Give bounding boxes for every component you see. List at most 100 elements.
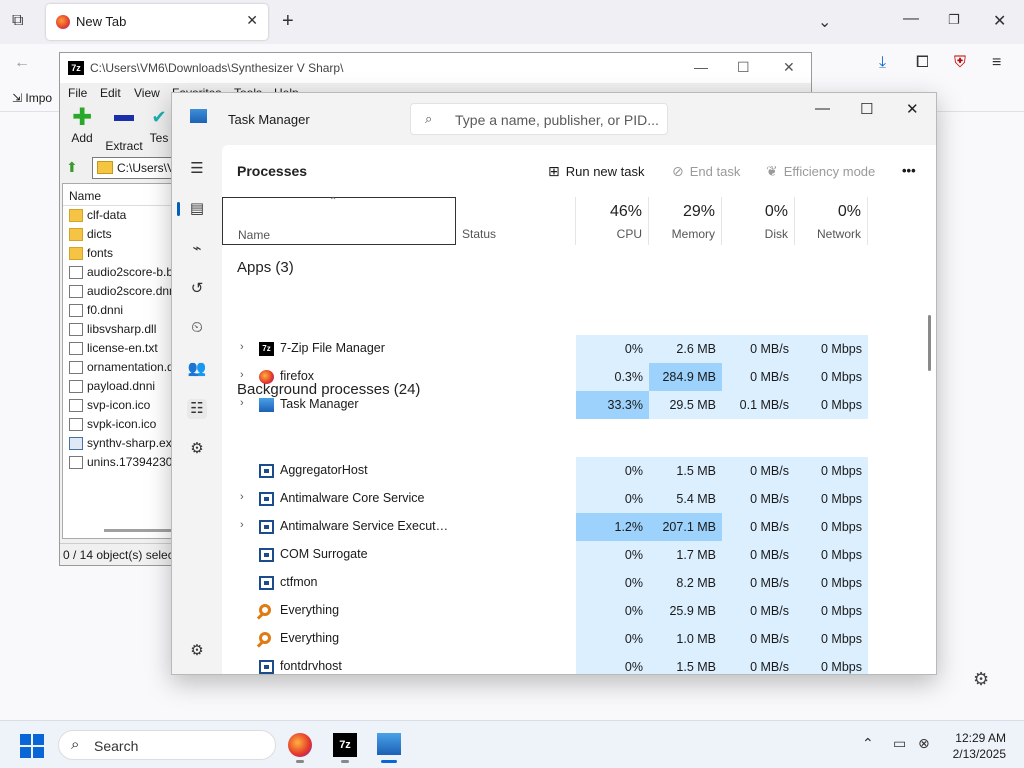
menu-edit[interactable]: Edit <box>100 86 121 100</box>
running-indicator <box>341 760 349 763</box>
process-row[interactable]: › Antimalware Service Executable 1.2% 207.1… <box>222 513 868 541</box>
process-row[interactable]: fontdrvhost 0% 1.5 MB 0 MB/s 0 Mbps <box>222 653 868 674</box>
process-row[interactable]: › firefox 0.3% 284.9 MB 0 MB/s 0 Mbps <box>222 363 868 391</box>
column-header-network[interactable]: 0% Network <box>795 197 868 245</box>
column-header-disk[interactable]: 0% Disk <box>722 197 795 245</box>
column-header-status[interactable]: Status <box>456 197 576 245</box>
users-nav-icon[interactable]: 👥 <box>187 359 207 379</box>
process-row[interactable]: › Antimalware Core Service 0% 5.4 MB 0 MB/s 0… <box>222 485 868 513</box>
active-indicator <box>381 760 397 763</box>
performance-nav-icon[interactable]: ⌁ <box>187 239 207 259</box>
settings-nav-icon[interactable]: ⚙ <box>187 641 207 661</box>
taskbar-task-manager[interactable] <box>377 733 401 763</box>
network-cell: 0 Mbps <box>795 457 868 485</box>
expand-chevron-icon[interactable]: › <box>240 519 244 531</box>
process-row[interactable]: › Task Manager 33.3% 29.5 MB 0.1 MB/s 0 Mbps <box>222 391 868 419</box>
disk-cell: 0 MB/s <box>722 513 795 541</box>
network-icon[interactable]: ▭ <box>893 735 906 752</box>
column-header-memory[interactable]: 29% Memory <box>649 197 722 245</box>
clock[interactable]: 12:29 AM 2/13/2025 <box>946 730 1006 762</box>
extensions-icon[interactable]: ⧠ <box>916 54 929 72</box>
tm-maximize-icon[interactable]: ☐ <box>860 100 873 118</box>
memory-cell: 1.5 MB <box>649 653 722 674</box>
end-task-button[interactable]: ⊘ End task <box>672 163 740 180</box>
app-history-nav-icon[interactable]: ↺ <box>187 279 207 299</box>
tab-close-icon[interactable]: ✕ <box>246 12 258 29</box>
process-icon <box>259 632 271 644</box>
column-header-name[interactable]: ⌃ Name <box>222 196 456 245</box>
network-cell: 0 Mbps <box>795 597 868 625</box>
tab-new-tab[interactable]: New Tab ✕ <box>46 4 268 40</box>
volume-muted-icon[interactable]: ⊗ <box>918 735 930 752</box>
ublock-icon[interactable]: ⛨ <box>954 54 966 72</box>
file-name: synthv-sharp.exe <box>87 436 179 450</box>
new-tab-button[interactable]: + <box>282 10 294 33</box>
restore-icon[interactable]: ❐ <box>948 12 960 28</box>
end-task-icon: ⊘ <box>672 163 684 179</box>
network-cell: 0 Mbps <box>795 391 868 419</box>
expand-chevron-icon[interactable]: › <box>240 491 244 503</box>
hamburger-icon[interactable]: ☰ <box>187 159 207 179</box>
cpu-cell: 0% <box>576 335 649 363</box>
services-nav-icon[interactable]: ⚙ <box>187 439 207 459</box>
taskbar-search-label: Search <box>94 738 139 754</box>
list-all-tabs-icon[interactable]: ⌄ <box>818 12 831 32</box>
apps-group-header[interactable]: Apps (3) <box>237 259 294 276</box>
memory-cell: 5.4 MB <box>649 485 722 513</box>
expand-chevron-icon[interactable]: › <box>240 369 244 381</box>
leaf-icon: ❦ <box>766 163 778 179</box>
file-icon <box>69 399 83 412</box>
run-task-icon: ⊞ <box>548 163 560 179</box>
process-row[interactable]: › 7z 7-Zip File Manager 0% 2.6 MB 0 MB/s 0 Mbp… <box>222 335 868 363</box>
import-bookmarks-button[interactable]: ⇲ Impo <box>12 91 52 105</box>
tab-list-icon[interactable]: ⧉ <box>12 12 23 30</box>
extract-label: Extract <box>105 139 143 153</box>
process-name: Everything <box>280 631 340 645</box>
back-icon[interactable]: ← <box>14 54 30 72</box>
column-header-cpu[interactable]: 46% CPU <box>576 197 649 245</box>
taskbar-search[interactable]: ⌕ Search <box>58 730 276 760</box>
efficiency-mode-button[interactable]: ❦ Efficiency mode <box>766 163 875 180</box>
processes-nav-icon[interactable]: ▤ <box>177 199 207 219</box>
up-folder-icon[interactable]: ⬆ <box>66 159 82 175</box>
show-hidden-icons-icon[interactable]: ⌃ <box>862 735 874 752</box>
expand-chevron-icon[interactable]: › <box>240 341 244 353</box>
disk-cell: 0 MB/s <box>722 541 795 569</box>
start-button[interactable] <box>20 734 44 758</box>
desktop-settings-icon[interactable]: ⚙ <box>973 669 989 690</box>
startup-apps-nav-icon[interactable]: ⏲ <box>187 319 207 339</box>
process-search-box[interactable]: ⌕ <box>410 103 668 135</box>
more-options-button[interactable]: ••• <box>902 163 916 178</box>
process-row[interactable]: Everything 0% 25.9 MB 0 MB/s 0 Mbps <box>222 597 868 625</box>
details-nav-icon[interactable]: ☷ <box>187 399 207 419</box>
7zip-close-icon[interactable]: ✕ <box>783 59 795 76</box>
menu-view[interactable]: View <box>134 86 160 100</box>
run-new-task-button[interactable]: ⊞ Run new task <box>548 163 645 180</box>
7zip-maximize-icon[interactable]: ☐ <box>737 59 750 76</box>
minimize-icon[interactable]: — <box>903 10 919 28</box>
taskbar-7zip[interactable]: 7z <box>333 733 357 763</box>
tm-minimize-icon[interactable]: — <box>815 100 830 117</box>
downloads-icon[interactable]: ⤓ <box>879 54 886 72</box>
tm-close-icon[interactable]: ✕ <box>906 100 919 118</box>
menu-file[interactable]: File <box>68 86 87 100</box>
expand-chevron-icon[interactable]: › <box>240 397 244 409</box>
menu-icon[interactable]: ≡ <box>992 54 1001 72</box>
import-bookmarks-label: Impo <box>25 91 53 105</box>
extract-button[interactable]: Extract <box>104 107 144 153</box>
network-column-label: Network <box>816 227 861 241</box>
process-row[interactable]: AggregatorHost 0% 1.5 MB 0 MB/s 0 Mbps <box>222 457 868 485</box>
process-row[interactable]: ctfmon 0% 8.2 MB 0 MB/s 0 Mbps <box>222 569 868 597</box>
add-button[interactable]: ✚ Add <box>62 106 102 146</box>
process-list-scrollbar[interactable] <box>928 315 931 371</box>
taskbar-firefox[interactable] <box>288 733 312 763</box>
disk-cell: 0 MB/s <box>722 597 795 625</box>
7zip-minimize-icon[interactable]: — <box>694 59 708 75</box>
close-window-icon[interactable]: ✕ <box>993 11 1006 31</box>
process-row[interactable]: COM Surrogate 0% 1.7 MB 0 MB/s 0 Mbps <box>222 541 868 569</box>
test-button[interactable]: ✔ Tes <box>146 107 172 145</box>
process-row[interactable]: Everything 0% 1.0 MB 0 MB/s 0 Mbps <box>222 625 868 653</box>
7zip-icon: 7z <box>333 733 357 757</box>
tab-title: New Tab <box>76 14 127 29</box>
process-search-input[interactable] <box>455 110 660 130</box>
